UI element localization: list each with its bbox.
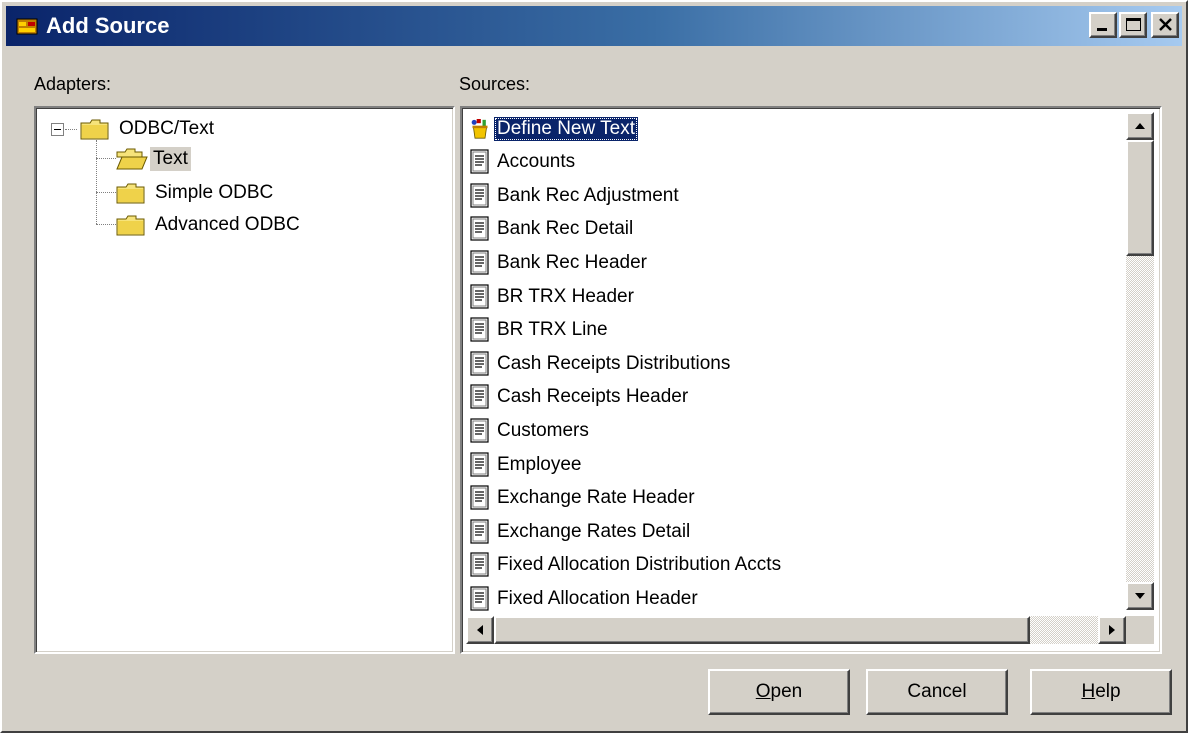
source-item-label: Employee — [497, 453, 582, 475]
cancel-button[interactable]: Cancel — [866, 669, 1008, 715]
tree-node-simple-odbc[interactable]: Simple ODBC — [116, 179, 276, 207]
tree-node-label: Simple ODBC — [155, 182, 274, 203]
document-icon — [470, 519, 489, 544]
document-icon — [470, 250, 489, 275]
scroll-right-button[interactable] — [1098, 616, 1126, 644]
document-icon — [470, 317, 489, 342]
tree-node-text[interactable]: Text — [116, 145, 191, 173]
maximize-button[interactable] — [1119, 12, 1147, 38]
horizontal-scroll-thumb[interactable] — [494, 616, 1030, 644]
document-icon — [470, 283, 489, 309]
source-item[interactable]: Fixed Allocation Distribution Accts — [470, 549, 784, 582]
document-icon — [470, 149, 489, 174]
window-title: Add Source — [46, 13, 170, 38]
add-source-dialog: Add Source Adapters: Sources: ODBC/Text … — [0, 0, 1188, 733]
scroll-up-button[interactable] — [1126, 112, 1154, 140]
folder-icon — [116, 183, 145, 204]
tree-node-label: Advanced ODBC — [155, 214, 300, 235]
tree-node-label: ODBC/Text — [119, 118, 215, 139]
minimize-button[interactable] — [1089, 12, 1117, 38]
document-icon — [470, 216, 489, 241]
minimize-icon — [1097, 28, 1107, 31]
title-bar[interactable]: Add Source — [6, 6, 1182, 46]
source-item-label: Exchange Rate Header — [497, 487, 695, 509]
folder-icon — [116, 215, 145, 236]
source-item-label: Customers — [497, 419, 589, 441]
document-icon — [470, 351, 489, 376]
vertical-scroll-thumb[interactable] — [1126, 140, 1154, 256]
document-icon — [470, 418, 489, 443]
close-button[interactable] — [1151, 12, 1179, 38]
arrow-up-icon — [1135, 123, 1145, 129]
source-item[interactable]: BR TRX Header — [470, 280, 637, 313]
source-item[interactable]: Fixed Allocation Header — [470, 582, 701, 614]
define-new-icon — [471, 118, 488, 139]
arrow-left-icon — [477, 625, 483, 635]
source-item[interactable]: Accounts — [470, 146, 578, 179]
source-item-label: Bank Rec Detail — [497, 218, 634, 240]
source-item-define-new[interactable]: Define New Text — [470, 112, 638, 145]
scroll-left-button[interactable] — [466, 616, 494, 644]
source-item-label: Define New Text — [494, 116, 638, 141]
adapters-tree[interactable]: ODBC/Text Text Simple ODBC Advanced ODBC — [34, 106, 455, 654]
document-icon — [470, 451, 489, 477]
source-item[interactable]: Cash Receipts Distributions — [470, 347, 733, 380]
open-folder-icon — [116, 148, 148, 170]
adapters-label: Adapters: — [34, 74, 112, 94]
document-icon — [470, 183, 489, 208]
source-item-label: BR TRX Header — [497, 285, 634, 307]
help-button[interactable]: Help — [1030, 669, 1172, 715]
document-icon — [470, 384, 489, 409]
help-mnemonic: H — [1081, 681, 1096, 702]
tree-node-advanced-odbc[interactable]: Advanced ODBC — [116, 211, 303, 239]
source-item[interactable]: Bank Rec Adjustment — [470, 179, 682, 212]
cancel-label: Cancel — [907, 681, 967, 702]
document-icon — [470, 485, 489, 510]
document-icon — [470, 586, 489, 611]
sources-list[interactable]: Define New Text Accounts Bank Rec Adjustme… — [460, 106, 1162, 654]
scroll-down-button[interactable] — [1126, 582, 1154, 610]
open-button[interactable]: Open — [708, 669, 850, 715]
scroll-corner — [1126, 616, 1154, 644]
source-item-label: BR TRX Line — [497, 319, 608, 341]
arrow-right-icon — [1109, 625, 1115, 635]
source-item[interactable]: Exchange Rate Header — [470, 482, 698, 515]
close-icon — [1159, 18, 1172, 31]
source-item-label: Bank Rec Header — [497, 251, 647, 273]
source-item-label: Exchange Rates Detail — [497, 520, 691, 542]
open-mnemonic: O — [755, 681, 771, 702]
tree-node-odbc-text[interactable]: ODBC/Text — [80, 115, 217, 143]
source-item[interactable]: Customers — [470, 414, 592, 447]
source-item-label: Bank Rec Adjustment — [497, 184, 679, 206]
open-label: pen — [770, 681, 803, 702]
source-item[interactable]: Cash Receipts Header — [470, 381, 691, 414]
folder-icon — [80, 119, 109, 140]
source-item[interactable]: Employee — [470, 448, 585, 481]
app-icon — [16, 18, 38, 35]
collapse-icon[interactable] — [51, 123, 65, 137]
source-item[interactable]: Bank Rec Detail — [470, 213, 636, 246]
help-label: elp — [1095, 681, 1121, 702]
source-item[interactable]: Exchange Rates Detail — [470, 515, 693, 548]
source-item[interactable]: BR TRX Line — [470, 314, 611, 347]
arrow-down-icon — [1135, 593, 1145, 599]
maximize-icon — [1126, 18, 1141, 31]
source-item-label: Fixed Allocation Header — [497, 587, 698, 609]
tree-node-label: Text — [150, 147, 191, 171]
source-item[interactable]: Bank Rec Header — [470, 246, 650, 279]
source-item-label: Fixed Allocation Distribution Accts — [497, 554, 782, 576]
sources-label: Sources: — [459, 74, 531, 94]
source-item-label: Cash Receipts Distributions — [497, 352, 731, 374]
document-icon — [470, 552, 489, 577]
source-item-label: Accounts — [497, 151, 576, 173]
sources-items: Define New Text Accounts Bank Rec Adjustme… — [462, 108, 1122, 614]
source-item-label: Cash Receipts Header — [497, 386, 689, 408]
